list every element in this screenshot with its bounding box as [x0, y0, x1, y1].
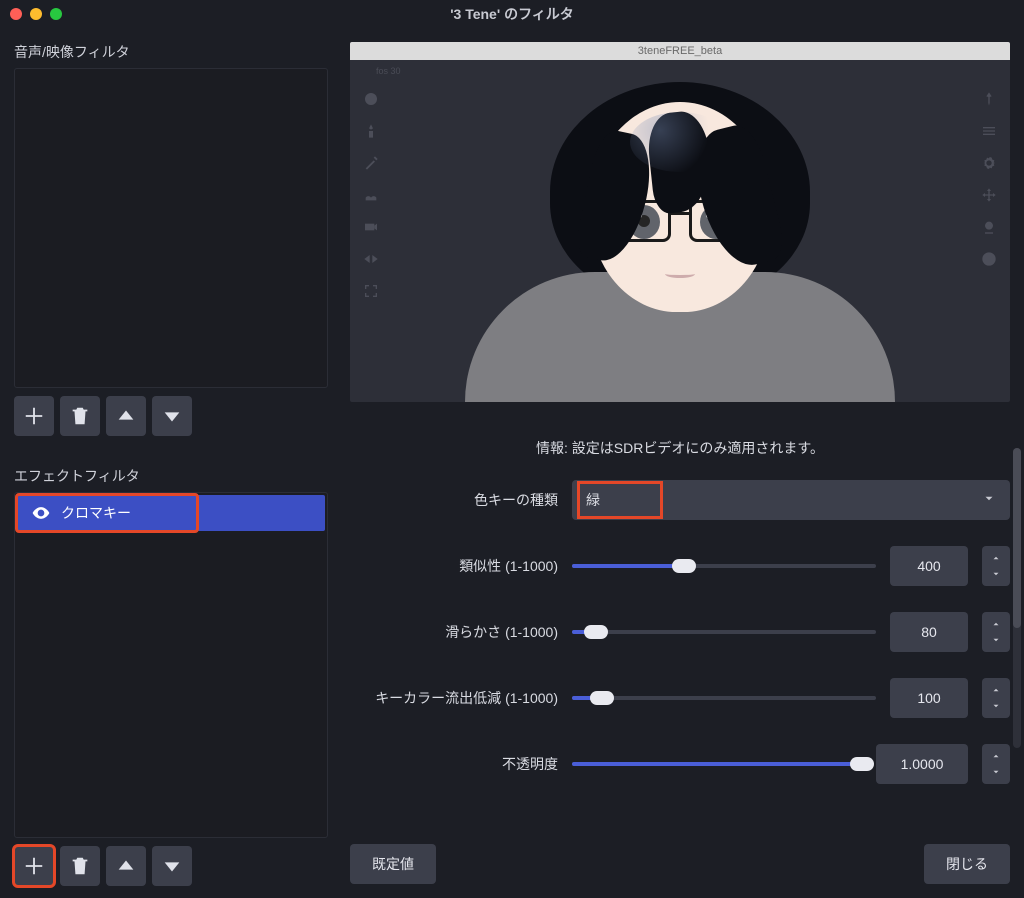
opacity-label: 不透明度	[350, 754, 558, 774]
effect-filters-buttons	[14, 846, 328, 886]
chevron-up-icon[interactable]	[982, 617, 1010, 631]
similarity-value[interactable]: 400	[890, 546, 968, 586]
scrollbar[interactable]	[1013, 448, 1021, 748]
smoothness-label: 滑らかさ (1-1000)	[350, 622, 558, 642]
gear-icon[interactable]	[980, 154, 998, 172]
similarity-label: 類似性 (1-1000)	[350, 556, 558, 576]
pin-icon[interactable]	[980, 90, 998, 108]
chevron-up-icon[interactable]	[982, 683, 1010, 697]
key-type-value: 緑	[580, 484, 660, 516]
maximize-icon[interactable]	[50, 8, 62, 20]
effect-filters-list[interactable]: クロマキー	[14, 492, 328, 838]
filter-properties: 情報: 設定はSDRビデオにのみ適用されます。 色キーの種類 緑 類似性 (1-…	[350, 438, 1010, 810]
spill-value[interactable]: 100	[890, 678, 968, 718]
person-icon[interactable]	[362, 122, 380, 140]
effect-filters-label: エフェクトフィルタ	[14, 466, 328, 486]
chevron-down-icon[interactable]	[982, 567, 1010, 581]
scrollbar-thumb[interactable]	[1013, 448, 1021, 628]
face-icon[interactable]	[362, 90, 380, 108]
delete-effect-filter-button[interactable]	[60, 846, 100, 886]
wand-icon[interactable]	[362, 154, 380, 172]
add-effect-filter-button[interactable]	[14, 846, 54, 886]
window-title: '3 Tene' のフィルタ	[450, 4, 574, 24]
close-button[interactable]: 閉じる	[924, 844, 1010, 884]
spill-stepper[interactable]	[982, 678, 1010, 718]
window-controls	[10, 8, 62, 20]
spill-slider[interactable]	[572, 678, 876, 718]
audio-filters-buttons	[14, 396, 328, 436]
chevron-up-icon[interactable]	[982, 551, 1010, 565]
visibility-icon[interactable]	[31, 503, 51, 523]
opacity-value[interactable]: 1.0000	[876, 744, 968, 784]
info-icon[interactable]	[980, 250, 998, 268]
effect-filter-item-chromakey[interactable]: クロマキー	[17, 495, 197, 531]
chevron-down-icon[interactable]	[982, 633, 1010, 647]
similarity-slider[interactable]	[572, 546, 876, 586]
preview-title: 3teneFREE_beta	[350, 42, 1010, 60]
close-icon[interactable]	[10, 8, 22, 20]
webcam-icon[interactable]	[980, 218, 998, 236]
preview-right-toolbar	[980, 90, 998, 268]
smoothness-slider[interactable]	[572, 612, 876, 652]
preview-left-toolbar	[362, 90, 380, 300]
chevron-down-icon[interactable]	[982, 765, 1010, 779]
opacity-stepper[interactable]	[982, 744, 1010, 784]
chevron-down-icon	[982, 492, 996, 509]
preview-small-label: fos 30	[376, 66, 401, 76]
opacity-slider[interactable]	[572, 744, 862, 784]
move-icon[interactable]	[980, 186, 998, 204]
fullscreen-icon[interactable]	[362, 282, 380, 300]
defaults-button[interactable]: 既定値	[350, 844, 436, 884]
bow-icon[interactable]	[362, 250, 380, 268]
key-type-select[interactable]: 緑	[572, 480, 1010, 520]
minimize-icon[interactable]	[30, 8, 42, 20]
move-audio-filter-up-button[interactable]	[106, 396, 146, 436]
left-panel: 音声/映像フィルタ エフェクトフィルタ クロマキー	[0, 28, 340, 898]
similarity-stepper[interactable]	[982, 546, 1010, 586]
chevron-down-icon[interactable]	[982, 699, 1010, 713]
move-audio-filter-down-button[interactable]	[152, 396, 192, 436]
window-titlebar: '3 Tene' のフィルタ	[0, 0, 1024, 28]
preview-window: 3teneFREE_beta fos 30	[350, 42, 1010, 402]
smoothness-stepper[interactable]	[982, 612, 1010, 652]
audio-filters-label: 音声/映像フィルタ	[14, 42, 328, 62]
add-audio-filter-button[interactable]	[14, 396, 54, 436]
effect-filter-label: クロマキー	[61, 503, 131, 523]
audio-filters-list[interactable]	[14, 68, 328, 388]
chevron-up-icon[interactable]	[982, 749, 1010, 763]
spill-label: キーカラー流出低減 (1-1000)	[350, 688, 558, 708]
avatar-preview	[450, 62, 910, 402]
smoothness-value[interactable]: 80	[890, 612, 968, 652]
key-type-label: 色キーの種類	[350, 490, 558, 510]
move-effect-filter-down-button[interactable]	[152, 846, 192, 886]
right-panel: 3teneFREE_beta fos 30	[340, 28, 1024, 898]
sliders-icon[interactable]	[980, 122, 998, 140]
delete-audio-filter-button[interactable]	[60, 396, 100, 436]
camera-icon[interactable]	[362, 218, 380, 236]
move-effect-filter-up-button[interactable]	[106, 846, 146, 886]
info-text: 情報: 設定はSDRビデオにのみ適用されます。	[350, 438, 1010, 458]
group-icon[interactable]	[362, 186, 380, 204]
